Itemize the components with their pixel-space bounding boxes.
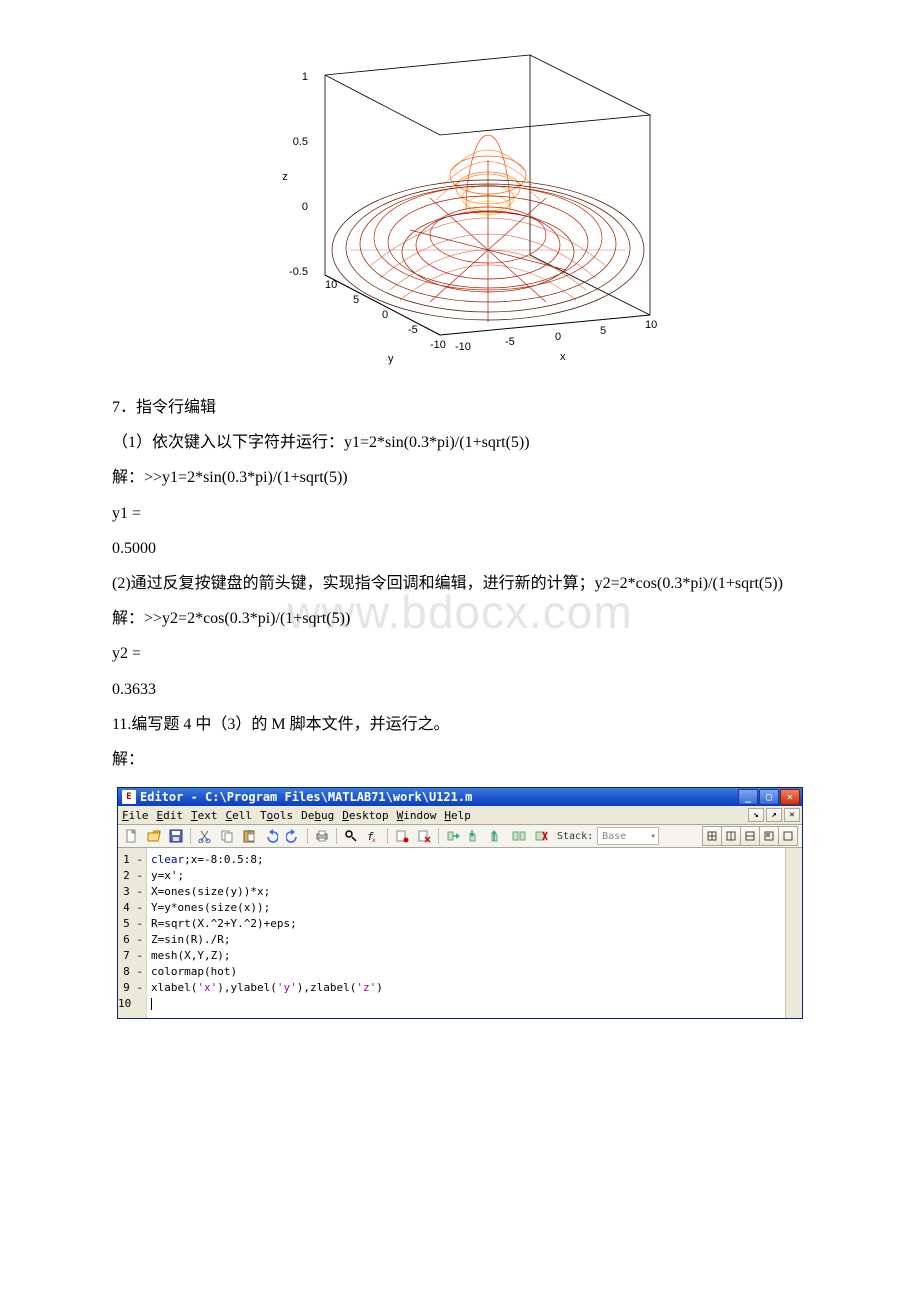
heading-11: 11.编写题 4 中（3）的 M 脚本文件，并运行之。 <box>80 707 840 742</box>
matlab-editor-window: E Editor - C:\Program Files\MATLAB71\wor… <box>117 787 803 1019</box>
q11-sol: 解： <box>80 742 840 777</box>
svg-text:y: y <box>388 353 394 365</box>
layout-4-icon[interactable] <box>760 826 779 846</box>
open-file-icon[interactable] <box>144 826 164 846</box>
menu-debug[interactable]: Debug <box>301 809 334 822</box>
save-icon[interactable] <box>166 826 186 846</box>
q7-2-out-name: y2 = <box>80 636 840 671</box>
menu-bar: File Edit Text Cell Tools Debug Desktop … <box>118 806 802 825</box>
tab-close-button[interactable]: ✕ <box>784 808 800 822</box>
line-gutter: 1 -2 -3 -4 -5 -6 -7 -8 -9 -10 <box>118 848 147 1018</box>
stack-label: Stack: <box>557 831 593 842</box>
menu-cell[interactable]: Cell <box>226 809 253 822</box>
svg-text:10: 10 <box>325 279 337 291</box>
code-area[interactable]: clear;x=-8:0.5:8;y=x';X=ones(size(y))*x;… <box>147 848 785 1018</box>
svg-text:0.5: 0.5 <box>293 136 308 148</box>
undock-button[interactable]: ↗ <box>766 808 782 822</box>
menu-desktop[interactable]: Desktop <box>342 809 388 822</box>
editor-app-icon: E <box>122 790 136 804</box>
layout-1-icon[interactable] <box>702 826 722 846</box>
svg-text:0: 0 <box>382 309 388 321</box>
menu-help[interactable]: Help <box>444 809 471 822</box>
svg-text:-0.5: -0.5 <box>289 266 308 278</box>
copy-icon[interactable] <box>217 826 237 846</box>
q7-2-out-val: 0.3633 <box>80 672 840 707</box>
q7-1: （1）依次键入以下字符并运行：y1=2*sin(0.3*pi)/(1+sqrt(… <box>80 425 840 460</box>
run-icon[interactable] <box>509 826 529 846</box>
svg-text:-5: -5 <box>505 336 515 348</box>
step-out-icon[interactable] <box>487 826 507 846</box>
exit-debug-icon[interactable] <box>531 826 551 846</box>
find-icon[interactable] <box>341 826 361 846</box>
svg-text:10: 10 <box>645 319 657 331</box>
q7-2-sol: 解：>>y2=2*cos(0.3*pi)/(1+sqrt(5)) <box>80 601 840 636</box>
svg-text:0: 0 <box>555 331 561 343</box>
heading-7: 7．指令行编辑 <box>80 390 840 425</box>
redo-icon[interactable] <box>283 826 303 846</box>
menu-window[interactable]: Window <box>397 809 437 822</box>
undo-icon[interactable] <box>261 826 281 846</box>
clear-breakpoint-icon[interactable] <box>414 826 434 846</box>
step-icon[interactable] <box>443 826 463 846</box>
step-in-icon[interactable] <box>465 826 485 846</box>
layout-2-icon[interactable] <box>722 826 741 846</box>
menu-edit[interactable]: Edit <box>157 809 184 822</box>
svg-text:z: z <box>282 171 288 183</box>
window-title: Editor - C:\Program Files\MATLAB71\work\… <box>140 790 738 804</box>
vertical-scrollbar[interactable] <box>785 848 802 1018</box>
dock-curl-button[interactable]: ↘ <box>748 808 764 822</box>
svg-text:0: 0 <box>302 201 308 213</box>
layout-3-icon[interactable] <box>741 826 760 846</box>
q7-2: (2)通过反复按键盘的箭头键，实现指令回调和编辑，进行新的计算；y2=2*cos… <box>80 566 840 601</box>
layout-5-icon[interactable] <box>779 826 798 846</box>
menu-tools[interactable]: Tools <box>260 809 293 822</box>
toolbar: fx Stack: Base▾ <box>118 825 802 848</box>
print-icon[interactable] <box>312 826 332 846</box>
q7-1-out-val: 0.5000 <box>80 531 840 566</box>
minimize-button[interactable]: _ <box>738 789 758 805</box>
editor-body: 1 -2 -3 -4 -5 -6 -7 -8 -9 -10 clear;x=-8… <box>118 848 802 1018</box>
svg-text:5: 5 <box>600 325 606 337</box>
svg-text:x: x <box>560 351 566 363</box>
close-button[interactable]: ✕ <box>780 789 800 805</box>
paste-icon[interactable] <box>239 826 259 846</box>
menu-text[interactable]: Text <box>191 809 218 822</box>
new-file-icon[interactable] <box>122 826 142 846</box>
svg-text:x: x <box>372 837 376 843</box>
svg-text:5: 5 <box>353 294 359 306</box>
cut-icon[interactable] <box>195 826 215 846</box>
stack-select: Base▾ <box>597 827 659 845</box>
svg-text:-5: -5 <box>408 324 418 336</box>
svg-text:-10: -10 <box>430 339 446 351</box>
menu-file[interactable]: File <box>122 809 149 822</box>
svg-text:-10: -10 <box>455 341 471 353</box>
set-breakpoint-icon[interactable] <box>392 826 412 846</box>
q7-1-sol: 解：>>y1=2*sin(0.3*pi)/(1+sqrt(5)) <box>80 460 840 495</box>
surface-plot: 1 0.5 0 -0.5 z 10 5 0 -5 -10 y -10 -5 0 … <box>230 30 690 370</box>
function-icon[interactable]: fx <box>363 826 383 846</box>
svg-text:1: 1 <box>302 71 308 83</box>
maximize-button[interactable]: ▢ <box>759 789 779 805</box>
title-bar[interactable]: E Editor - C:\Program Files\MATLAB71\wor… <box>118 788 802 806</box>
q7-1-out-name: y1 = <box>80 496 840 531</box>
